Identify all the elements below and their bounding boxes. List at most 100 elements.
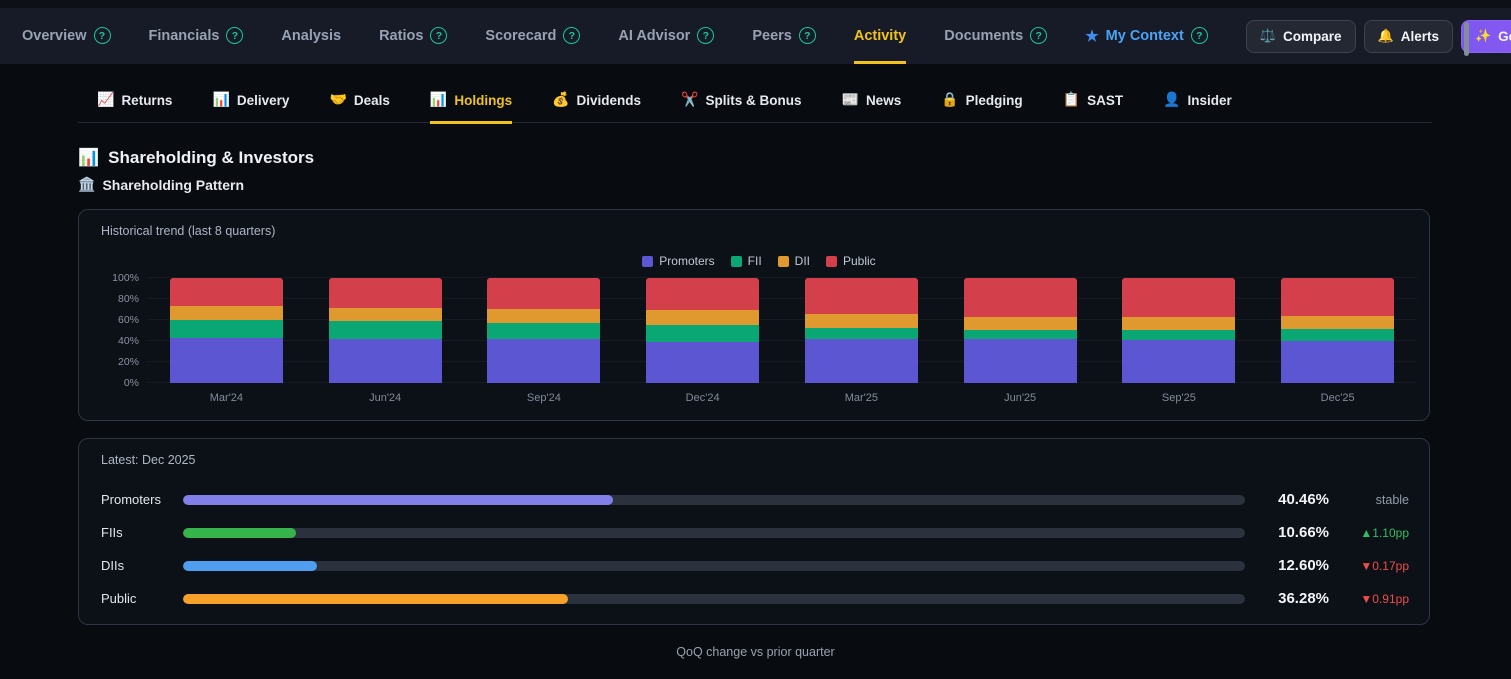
nav-item-overview[interactable]: Overview? (22, 8, 111, 64)
bar-group-dec-24 (623, 278, 782, 383)
nav-scrollbar-thumb[interactable] (1464, 22, 1469, 56)
help-icon[interactable]: ? (1191, 27, 1208, 44)
y-tick: 0% (124, 377, 139, 389)
y-tick: 20% (118, 356, 139, 368)
help-icon[interactable]: ? (563, 27, 580, 44)
help-icon[interactable]: ? (1030, 27, 1047, 44)
nav-item-ai-advisor[interactable]: AI Advisor? (618, 8, 714, 64)
tab-holdings[interactable]: 📊Holdings (430, 92, 512, 124)
holding-delta: stable (1329, 493, 1409, 507)
deals-icon: 🤝 (329, 92, 346, 108)
bar-segment-fii (1281, 329, 1394, 340)
bar-stack (1122, 278, 1235, 383)
holding-label: Public (101, 591, 183, 606)
y-axis: 0%20%40%60%80%100% (101, 278, 147, 383)
nav-item-label: Peers (752, 28, 792, 44)
section-subtitle: 🏛️ Shareholding Pattern (78, 177, 1511, 193)
help-icon[interactable]: ? (430, 27, 447, 44)
help-icon[interactable]: ? (226, 27, 243, 44)
tab-label: News (866, 93, 901, 108)
bar-group-mar-25 (782, 278, 941, 383)
legend-item-fii: FII (731, 254, 762, 268)
bar-segment-promoters (170, 338, 283, 383)
bar-group-jun-25 (941, 278, 1100, 383)
bar-stack (1281, 278, 1394, 383)
nav-item-peers[interactable]: Peers? (752, 8, 816, 64)
bar-segment-public (329, 278, 442, 308)
bar-group-sep-25 (1100, 278, 1259, 383)
nav-item-label: My Context (1106, 28, 1184, 44)
bar-segment-fii (329, 321, 442, 339)
bar-segment-promoters (1122, 340, 1235, 383)
holding-bar-fill (183, 594, 568, 604)
holding-label: FIIs (101, 525, 183, 540)
tab-deals[interactable]: 🤝 Deals (329, 92, 389, 124)
legend-item-public: Public (826, 254, 876, 268)
help-icon[interactable]: ? (799, 27, 816, 44)
compare-button[interactable]: ⚖️Compare (1246, 20, 1356, 53)
tab-label: Deals (354, 93, 390, 108)
bar-segment-public (805, 278, 918, 314)
bar-segment-promoters (487, 339, 600, 383)
tab-delivery[interactable]: 📊Delivery (212, 92, 289, 124)
bar-segment-fii (964, 330, 1077, 339)
bar-group-sep-24 (465, 278, 624, 383)
y-tick: 80% (118, 293, 139, 305)
tab-pledging[interactable]: 🔒Pledging (941, 92, 1022, 124)
alerts-button[interactable]: 🔔Alerts (1364, 20, 1453, 53)
tab-sast[interactable]: 📋SAST (1063, 92, 1123, 124)
help-icon[interactable]: ? (94, 27, 111, 44)
holding-bar-track (183, 495, 1245, 505)
bar-segment-dii (170, 306, 283, 320)
holding-label: DIIs (101, 558, 183, 573)
help-icon[interactable]: ? (697, 27, 714, 44)
holding-bar-fill (183, 561, 317, 571)
bar-segment-fii (170, 320, 283, 338)
bar-segment-fii (1122, 330, 1235, 340)
nav-item-documents[interactable]: Documents? (944, 8, 1047, 64)
nav-item-analysis[interactable]: Analysis (281, 8, 341, 64)
holding-delta: ▼0.91pp (1329, 592, 1409, 606)
nav-item-my-context[interactable]: ★My Context? (1085, 8, 1208, 64)
nav-item-scorecard[interactable]: Scorecard? (485, 8, 580, 64)
tab-returns[interactable]: 📈 Returns (97, 92, 172, 124)
bar-segment-dii (964, 317, 1077, 329)
returns-icon: 📈 (97, 92, 114, 108)
legend-swatch (826, 256, 837, 267)
holding-label: Promoters (101, 492, 183, 507)
splits-bonus-icon: ✂️ (681, 92, 698, 108)
tab-news[interactable]: 📰News (842, 92, 902, 124)
top-nav-bar: Overview? Financials? Analysis Ratios? Score… (0, 8, 1511, 64)
nav-item-financials[interactable]: Financials? (149, 8, 244, 64)
tab-label: Insider (1188, 93, 1232, 108)
qoq-footnote: QoQ change vs prior quarter (0, 645, 1511, 659)
holding-row-public: Public36.28%▼0.91pp (101, 582, 1409, 615)
y-tick: 40% (118, 335, 139, 347)
holding-bar-fill (183, 528, 296, 538)
x-tick: Jun'24 (306, 392, 465, 404)
bar-segment-promoters (1281, 341, 1394, 383)
nav-item-activity[interactable]: Activity (854, 8, 906, 64)
legend-item-dii: DII (778, 254, 810, 268)
nav-item-ratios[interactable]: Ratios? (379, 8, 447, 64)
tab-insider[interactable]: 👤Insider (1163, 92, 1232, 124)
holding-bar-track (183, 528, 1245, 538)
holdings-icon: 📊 (430, 92, 447, 108)
x-tick: Dec'25 (1258, 392, 1417, 404)
tab-dividends[interactable]: 💰Dividends (552, 92, 641, 124)
bar-segment-fii (805, 328, 918, 339)
bar-segment-dii (1281, 316, 1394, 329)
bar-segment-promoters (805, 339, 918, 383)
y-tick: 60% (118, 314, 139, 326)
holding-bar-track (183, 561, 1245, 571)
top-strip (0, 0, 1511, 8)
subtabs-bar: 📈 Returns 📊Delivery 🤝 Deals 📊Holdings 💰Dividen… (78, 92, 1432, 123)
bank-icon: 🏛️ (78, 177, 95, 193)
legend-swatch (642, 256, 653, 267)
x-tick: Dec'24 (623, 392, 782, 404)
latest-quarter-card: Latest: Dec 2025 Promoters40.46%stableFI… (78, 438, 1430, 625)
bar-stack (805, 278, 918, 383)
legend-label: DII (795, 254, 810, 268)
tab-splits-bonus[interactable]: ✂️Splits & Bonus (681, 92, 801, 124)
tab-label: Returns (121, 93, 172, 108)
